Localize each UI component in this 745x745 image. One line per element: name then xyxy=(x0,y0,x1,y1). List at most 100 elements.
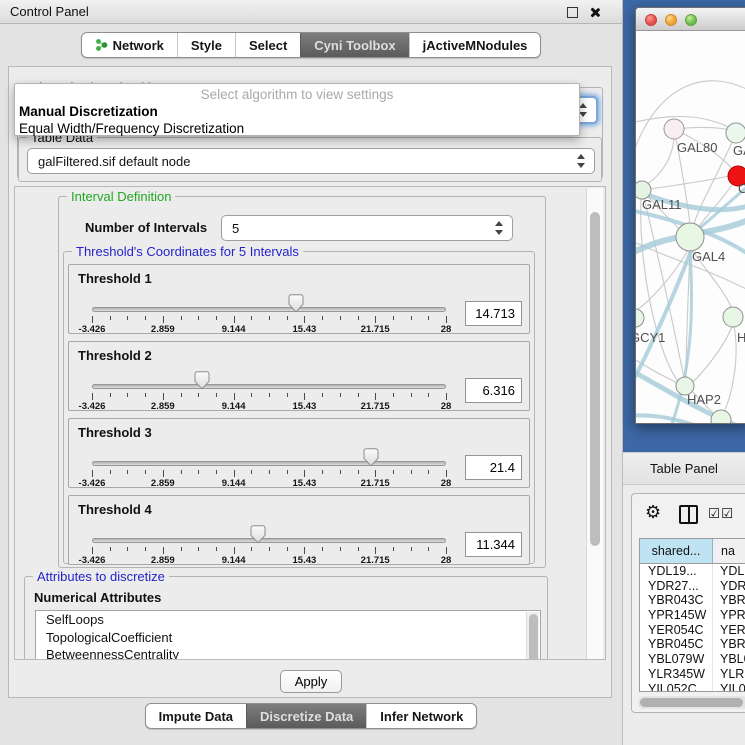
table-toolbar: ⚙ ☑☑ xyxy=(632,494,745,536)
attribute-list-item[interactable]: BetweennessCentrality xyxy=(36,646,540,660)
stepper-icon xyxy=(495,221,504,235)
number-of-intervals-select[interactable]: 5 xyxy=(221,215,513,241)
slider-track[interactable] xyxy=(92,461,446,466)
columns-icon[interactable] xyxy=(679,505,698,524)
zoom-traffic-light-icon[interactable] xyxy=(685,14,697,26)
network-icon xyxy=(95,38,108,52)
table-row[interactable]: YER054CYER0 xyxy=(640,623,745,638)
threshold-value-input[interactable] xyxy=(465,301,522,326)
minimize-traffic-light-icon[interactable] xyxy=(665,14,677,26)
network-view-window[interactable]: GAL80GACGAL11GAL4GCY1HHAP2 xyxy=(635,7,745,424)
slider-thumb-icon[interactable] xyxy=(363,448,379,467)
interval-definition-title: Interval Definition xyxy=(67,189,175,204)
control-panel-titlebar: Control Panel xyxy=(0,0,622,24)
menu-item-equal-width-frequency[interactable]: Equal Width/Frequency Discretization xyxy=(15,120,579,137)
table-cell: YDL1 xyxy=(713,564,745,579)
column-header-name[interactable]: na xyxy=(713,539,745,563)
table-row[interactable]: YBL079WYBL0 xyxy=(640,652,745,667)
tab-discretize-data[interactable]: Discretize Data xyxy=(246,704,366,728)
table-row[interactable]: YIL052CYIL0 xyxy=(640,682,745,693)
scrollbar-thumb[interactable] xyxy=(529,614,538,660)
tick-label: 21.715 xyxy=(361,478,390,489)
network-edge xyxy=(693,326,732,382)
tick-label: 21.715 xyxy=(361,555,390,566)
table-cell: YBL0 xyxy=(713,652,745,667)
slider-thumb-icon[interactable] xyxy=(250,525,266,544)
tick-label: 15.43 xyxy=(293,324,317,335)
threshold-slider[interactable]: -3.4262.8599.14415.4321.71528 xyxy=(92,419,446,489)
threshold-slider[interactable]: -3.4262.8599.14415.4321.71528 xyxy=(92,342,446,412)
network-node[interactable] xyxy=(664,119,684,139)
interval-definition-group: Interval Definition Number of Intervals … xyxy=(58,196,546,568)
network-node[interactable] xyxy=(711,410,731,424)
tick-label: 28 xyxy=(441,555,452,566)
tick-label: 2.859 xyxy=(151,324,175,335)
tab-cyni-toolbox[interactable]: Cyni Toolbox xyxy=(300,33,408,57)
tab-infer-network[interactable]: Infer Network xyxy=(366,704,476,728)
tick-label: -3.426 xyxy=(79,401,106,412)
slider-thumb-icon[interactable] xyxy=(194,371,210,390)
table-cell: YIL052C xyxy=(640,682,713,693)
tab-network[interactable]: Network xyxy=(82,33,177,57)
tab-jactivemnodules[interactable]: jActiveMNodules xyxy=(409,33,541,57)
slider-track[interactable] xyxy=(92,384,446,389)
slider-track[interactable] xyxy=(92,307,446,312)
slider-ticks xyxy=(92,316,446,324)
network-node-label: HAP2 xyxy=(687,392,721,407)
slider-tick-labels: -3.4262.8599.14415.4321.71528 xyxy=(92,555,446,566)
table-header-row: shared... na xyxy=(640,539,745,564)
threshold-value-input[interactable] xyxy=(465,532,522,557)
table-row[interactable]: YDR27...YDR2 xyxy=(640,579,745,594)
threshold-slider[interactable]: -3.4262.8599.14415.4321.71528 xyxy=(92,265,446,335)
table-cell: YER054C xyxy=(640,623,713,638)
table-row[interactable]: YDL19...YDL1 xyxy=(640,564,745,579)
tab-impute-data[interactable]: Impute Data xyxy=(146,704,246,728)
table-row[interactable]: YBR045CYBR0 xyxy=(640,637,745,652)
threshold-value-input[interactable] xyxy=(465,455,522,480)
slider-track[interactable] xyxy=(92,538,446,543)
tab-select[interactable]: Select xyxy=(235,33,300,57)
table-row[interactable]: YPR145WYPR1 xyxy=(640,608,745,623)
network-node[interactable] xyxy=(723,307,743,327)
attribute-list-item[interactable]: TopologicalCoefficient xyxy=(36,629,540,647)
network-canvas[interactable]: GAL80GACGAL11GAL4GCY1HHAP2 xyxy=(636,31,745,424)
close-icon[interactable] xyxy=(588,6,601,19)
scrollbar-thumb[interactable] xyxy=(640,698,743,707)
attribute-list-item[interactable]: SelfLoops xyxy=(36,611,540,629)
network-node-label: GA xyxy=(733,143,745,158)
settings-scrollbar[interactable] xyxy=(586,188,603,659)
table-panel: ⚙ ☑☑ shared... na YDL19...YDL1YDR27...YD… xyxy=(631,493,745,713)
network-node[interactable] xyxy=(636,309,644,327)
list-scrollbar[interactable] xyxy=(526,612,539,660)
checkbox-icons[interactable]: ☑☑ xyxy=(708,506,734,522)
table-panel-title: Table Panel xyxy=(650,461,718,476)
tab-style[interactable]: Style xyxy=(177,33,235,57)
table-data-group: Table Data galFiltered.sif default node xyxy=(18,137,602,182)
threshold-value-input[interactable] xyxy=(465,378,522,403)
scrollbar-thumb[interactable] xyxy=(590,212,600,546)
float-window-icon[interactable] xyxy=(567,7,578,18)
tick-label: -3.426 xyxy=(79,324,106,335)
table-row[interactable]: YLR345WYLR3 xyxy=(640,667,745,682)
network-node-label: C xyxy=(738,181,745,196)
gear-icon[interactable]: ⚙ xyxy=(645,502,661,523)
slider-ticks xyxy=(92,547,446,555)
table-cell: YDR27... xyxy=(640,579,713,594)
column-header-shared-name[interactable]: shared... xyxy=(640,539,713,563)
close-traffic-light-icon[interactable] xyxy=(645,14,657,26)
table-cell: YBR045C xyxy=(640,637,713,652)
attributes-group: Attributes to discretize Numerical Attri… xyxy=(24,576,548,660)
slider-thumb-icon[interactable] xyxy=(288,294,304,313)
table-row[interactable]: YBR043CYBR0 xyxy=(640,593,745,608)
menu-item-manual-discretization[interactable]: Manual Discretization xyxy=(15,103,579,120)
threshold-slider[interactable]: -3.4262.8599.14415.4321.71528 xyxy=(92,496,446,566)
network-node-label: GAL4 xyxy=(692,249,725,264)
apply-button[interactable]: Apply xyxy=(280,670,342,693)
network-node[interactable] xyxy=(726,123,745,143)
table-horizontal-scrollbar[interactable] xyxy=(638,696,745,709)
slider-tick-labels: -3.4262.8599.14415.4321.71528 xyxy=(92,478,446,489)
right-area: GAL80GACGAL11GAL4GCY1HHAP2 Table Panel ⚙… xyxy=(623,0,745,745)
network-node[interactable] xyxy=(676,223,704,251)
thresholds-group-title: Threshold's Coordinates for 5 Intervals xyxy=(72,244,303,259)
table-data-select[interactable]: galFiltered.sif default node xyxy=(27,148,595,174)
